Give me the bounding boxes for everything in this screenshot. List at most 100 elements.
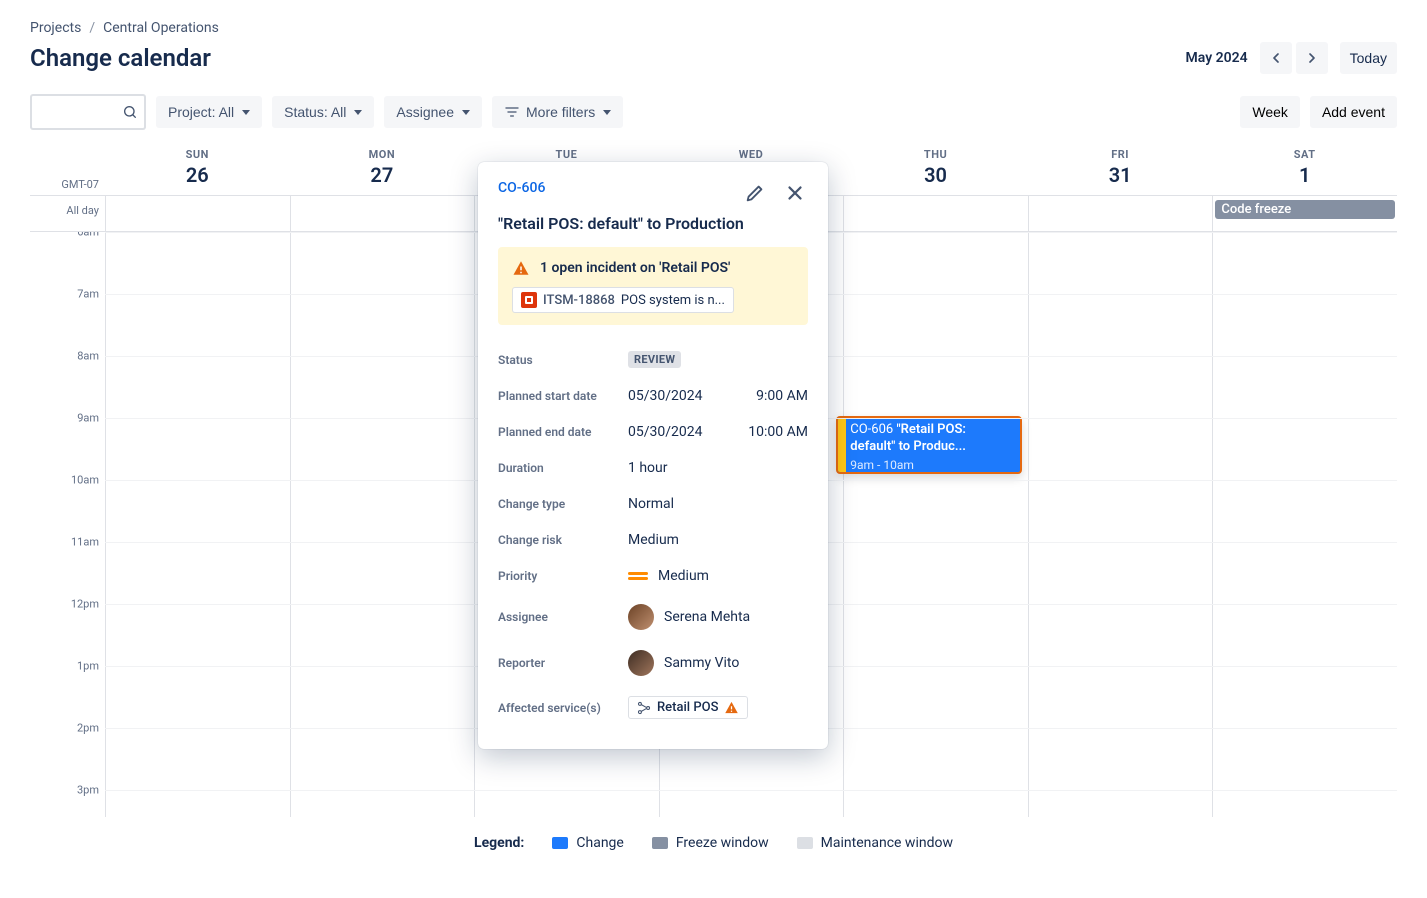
- filter-status-label: Status: All: [284, 104, 346, 120]
- legend: Legend: Change Freeze window Maintenance…: [30, 827, 1397, 859]
- legend-swatch-maint: [797, 837, 813, 849]
- allday-cell[interactable]: [1028, 196, 1213, 231]
- hour-label: 2pm: [77, 722, 99, 735]
- reporter-value: Sammy Vito: [664, 655, 739, 671]
- service-name: Retail POS: [657, 700, 718, 715]
- status-lozenge[interactable]: REVIEW: [628, 351, 681, 368]
- day-column[interactable]: [1028, 232, 1213, 817]
- chevron-left-icon: [1268, 50, 1284, 66]
- legend-freeze: Freeze window: [676, 835, 769, 851]
- day-column[interactable]: [1212, 232, 1397, 817]
- event-time: 9am - 10am: [850, 458, 1014, 474]
- edit-button[interactable]: [742, 180, 768, 206]
- hour-label: 7am: [77, 288, 99, 301]
- day-label: MON: [290, 148, 475, 161]
- allday-cell[interactable]: Code freeze: [1212, 196, 1397, 231]
- planned-start-time: 9:00 AM: [756, 388, 808, 404]
- day-date: 26: [105, 163, 290, 187]
- allday-cell[interactable]: [290, 196, 475, 231]
- timezone-label: GMT-07: [30, 178, 105, 195]
- filter-icon: [504, 104, 520, 120]
- filter-assignee[interactable]: Assignee: [384, 96, 482, 128]
- day-label: TUE: [474, 148, 659, 161]
- allday-cell[interactable]: [843, 196, 1028, 231]
- field-label-change-risk: Change risk: [498, 533, 628, 547]
- calendar-event[interactable]: CO-606 "Retail POS: default" to Produc..…: [836, 416, 1022, 474]
- duration-value: 1 hour: [628, 460, 668, 476]
- close-icon: [784, 182, 806, 204]
- service-chip[interactable]: Retail POS: [628, 696, 748, 719]
- today-button[interactable]: Today: [1340, 42, 1397, 74]
- day-column[interactable]: CO-606 "Retail POS: default" to Produc..…: [843, 232, 1028, 817]
- field-label-assignee: Assignee: [498, 610, 628, 624]
- legend-swatch-freeze: [652, 837, 668, 849]
- field-label-duration: Duration: [498, 461, 628, 475]
- day-date: 30: [843, 163, 1028, 187]
- filter-more[interactable]: More filters: [492, 96, 623, 128]
- day-label: THU: [843, 148, 1028, 161]
- filter-assignee-label: Assignee: [396, 104, 454, 120]
- incident-icon: [521, 292, 537, 308]
- hour-label: 8am: [77, 350, 99, 363]
- event-accent: [838, 418, 846, 472]
- allday-cell[interactable]: [105, 196, 290, 231]
- service-graph-icon: [637, 701, 651, 715]
- prev-period-button[interactable]: [1260, 42, 1292, 74]
- incident-key: ITSM-18868: [543, 293, 615, 308]
- field-label-change-type: Change type: [498, 497, 628, 511]
- hour-label: 6am: [77, 232, 99, 239]
- breadcrumb-root[interactable]: Projects: [30, 20, 81, 36]
- add-event-button[interactable]: Add event: [1310, 96, 1397, 128]
- hour-label: 9am: [77, 412, 99, 425]
- chevron-down-icon: [242, 110, 250, 115]
- day-date: 1: [1212, 163, 1397, 187]
- planned-start-date: 05/30/2024: [628, 388, 703, 404]
- day-label: WED: [659, 148, 844, 161]
- breadcrumb: Projects / Central Operations: [30, 20, 1397, 36]
- chevron-down-icon: [462, 110, 470, 115]
- legend-change: Change: [576, 835, 623, 851]
- close-button[interactable]: [782, 180, 808, 206]
- assignee-value: Serena Mehta: [664, 609, 750, 625]
- field-label-status: Status: [498, 353, 628, 367]
- day-label: SAT: [1212, 148, 1397, 161]
- day-label: SUN: [105, 148, 290, 161]
- pencil-icon: [744, 182, 766, 204]
- breadcrumb-project[interactable]: Central Operations: [103, 20, 219, 36]
- day-date: 31: [1028, 163, 1213, 187]
- hour-label: 11am: [71, 536, 99, 549]
- day-label: FRI: [1028, 148, 1213, 161]
- filter-status[interactable]: Status: All: [272, 96, 374, 128]
- week-view-button[interactable]: Week: [1240, 96, 1300, 128]
- change-type-value: Normal: [628, 496, 674, 512]
- legend-maint: Maintenance window: [821, 835, 953, 851]
- field-label-planned-end: Planned end date: [498, 425, 628, 439]
- freeze-event[interactable]: Code freeze: [1215, 200, 1395, 219]
- chevron-right-icon: [1304, 50, 1320, 66]
- day-column[interactable]: [105, 232, 290, 817]
- issue-title: "Retail POS: default" to Production: [498, 214, 808, 233]
- hour-label: 12pm: [71, 598, 99, 611]
- event-key: CO-606: [850, 422, 893, 437]
- warning-icon: [724, 700, 739, 715]
- hour-label: 1pm: [77, 660, 99, 673]
- field-label-planned-start: Planned start date: [498, 389, 628, 403]
- page-title: Change calendar: [30, 44, 211, 72]
- search-icon: [122, 104, 138, 120]
- filter-project[interactable]: Project: All: [156, 96, 262, 128]
- breadcrumb-separator: /: [89, 20, 95, 36]
- event-popover: CO-606 "Retail POS: default" to Producti…: [478, 162, 828, 749]
- field-label-priority: Priority: [498, 569, 628, 583]
- next-period-button[interactable]: [1296, 42, 1328, 74]
- hour-label: 3pm: [77, 784, 99, 797]
- all-day-label: All day: [30, 196, 105, 231]
- day-date: 27: [290, 163, 475, 187]
- incident-link[interactable]: ITSM-18868 POS system is n...: [512, 287, 734, 313]
- hour-label: 10am: [71, 474, 99, 487]
- issue-key-link[interactable]: CO-606: [498, 180, 545, 196]
- day-column[interactable]: [290, 232, 475, 817]
- legend-label: Legend:: [474, 835, 524, 851]
- warning-icon: [512, 259, 530, 277]
- chevron-down-icon: [354, 110, 362, 115]
- planned-end-date: 05/30/2024: [628, 424, 703, 440]
